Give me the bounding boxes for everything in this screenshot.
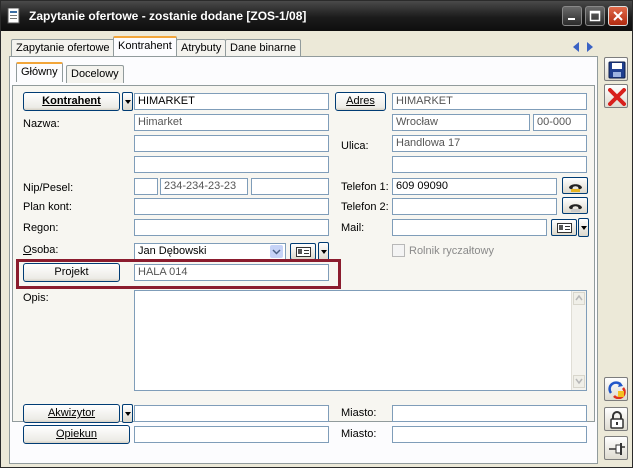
plan-kont-field[interactable] bbox=[134, 198, 329, 215]
osoba-value: Jan Dębowski bbox=[138, 245, 207, 257]
window-title: Zapytanie ofertowe - zostanie dodane [ZO… bbox=[29, 9, 307, 23]
telefon1-label: Telefon 1: bbox=[341, 181, 389, 193]
phone-icon bbox=[569, 184, 582, 192]
tab-label: Dane binarne bbox=[230, 42, 297, 54]
opis-textarea[interactable] bbox=[134, 290, 587, 391]
chevron-up-icon bbox=[575, 294, 583, 301]
miasto-field[interactable]: Wrocław bbox=[392, 114, 530, 131]
adres-code-field[interactable]: HIMARKET bbox=[392, 93, 587, 110]
subtab-label: Docelowy bbox=[71, 68, 119, 80]
osoba-label: Osoba: bbox=[23, 244, 59, 256]
akwizytor-field[interactable] bbox=[134, 405, 329, 422]
lock-icon bbox=[610, 411, 624, 429]
close-button[interactable] bbox=[608, 6, 628, 26]
nip-extra-field[interactable] bbox=[251, 178, 329, 195]
kontrahent-dropdown[interactable] bbox=[122, 92, 133, 111]
tab-scroll-arrows[interactable] bbox=[572, 41, 594, 53]
nazwa-field-2[interactable] bbox=[134, 135, 329, 152]
projekt-button-label: Projekt bbox=[54, 266, 89, 278]
ulica-field[interactable]: Handlowa 17 bbox=[392, 135, 587, 152]
tab-label: Atrybuty bbox=[181, 42, 222, 54]
minimize-button[interactable] bbox=[562, 6, 582, 26]
subtab-label: Główny bbox=[21, 66, 58, 78]
telefon2-call-button[interactable] bbox=[562, 197, 588, 214]
opiekun-button[interactable]: Opiekun bbox=[23, 425, 130, 444]
opis-label: Opis: bbox=[23, 292, 49, 304]
refresh-icon bbox=[608, 381, 626, 399]
cancel-button[interactable] bbox=[604, 84, 628, 108]
telefon2-field[interactable] bbox=[392, 198, 557, 215]
osoba-card-button[interactable] bbox=[290, 243, 316, 260]
mail-card-button[interactable] bbox=[551, 219, 577, 236]
card-icon bbox=[296, 247, 311, 257]
subtab-glowny[interactable]: Główny bbox=[16, 62, 63, 82]
tab-kontrahent[interactable]: Kontrahent bbox=[113, 36, 177, 57]
tab-label: Kontrahent bbox=[118, 40, 172, 52]
akwizytor-miasto-field[interactable] bbox=[392, 405, 587, 422]
osoba-select[interactable]: Jan Dębowski bbox=[134, 243, 286, 260]
nazwa-label: Nazwa: bbox=[23, 118, 60, 130]
kontrahent-code-field[interactable]: HIMARKET bbox=[134, 93, 329, 110]
phone-icon bbox=[569, 204, 582, 212]
nip-field[interactable]: 234-234-23-23 bbox=[160, 178, 248, 195]
telefon1-call-button[interactable] bbox=[562, 177, 588, 194]
tab-zapytanie-ofertowe[interactable]: Zapytanie ofertowe bbox=[11, 39, 115, 57]
telefon2-label: Telefon 2: bbox=[341, 201, 389, 213]
app-icon bbox=[7, 8, 20, 24]
mail-field[interactable] bbox=[392, 219, 547, 236]
tab-atrybuty[interactable]: Atrybuty bbox=[176, 39, 227, 57]
save-button[interactable] bbox=[604, 57, 628, 81]
subtab-docelowy[interactable]: Docelowy bbox=[66, 65, 124, 83]
projekt-field[interactable]: HALA 014 bbox=[134, 264, 329, 281]
adres-button-label: Adres bbox=[346, 95, 375, 107]
miasto-label-2: Miasto: bbox=[341, 428, 377, 440]
close-icon bbox=[613, 11, 623, 21]
regon-field[interactable] bbox=[134, 219, 329, 236]
lock-button[interactable] bbox=[604, 407, 628, 431]
adres-button[interactable]: Adres bbox=[335, 92, 386, 111]
minimize-icon bbox=[568, 18, 575, 20]
pin-button[interactable] bbox=[604, 436, 628, 460]
kod-pocztowy-field[interactable]: 00-000 bbox=[533, 114, 587, 131]
scroll-up-button[interactable] bbox=[573, 292, 585, 305]
nazwa-field-1[interactable]: Himarket bbox=[134, 114, 329, 131]
nazwa-field-3[interactable] bbox=[134, 156, 329, 173]
opiekun-field[interactable] bbox=[134, 426, 329, 443]
kontrahent-button[interactable]: Kontrahent bbox=[23, 92, 120, 111]
chevron-down-icon[interactable] bbox=[270, 245, 283, 258]
ulica-field-2[interactable] bbox=[392, 156, 587, 173]
scroll-down-button[interactable] bbox=[573, 375, 585, 388]
card-icon bbox=[557, 223, 572, 233]
mail-dropdown[interactable] bbox=[578, 218, 589, 237]
regon-label: Regon: bbox=[23, 222, 59, 234]
title-bar: Zapytanie ofertowe - zostanie dodane [ZO… bbox=[1, 1, 632, 31]
tab-dane-binarne[interactable]: Dane binarne bbox=[225, 39, 302, 57]
pin-icon bbox=[609, 443, 625, 455]
rolnik-label: Rolnik ryczałtowy bbox=[409, 245, 494, 257]
opis-scrollbar[interactable] bbox=[571, 291, 586, 390]
akwizytor-button-label: Akwizytor bbox=[47, 407, 96, 419]
refresh-button[interactable] bbox=[604, 377, 628, 401]
kontrahent-button-label: Kontrahent bbox=[42, 95, 101, 107]
opiekun-miasto-field[interactable] bbox=[392, 426, 587, 443]
ulica-label: Ulica: bbox=[341, 140, 369, 152]
mail-label: Mail: bbox=[341, 222, 365, 234]
maximize-button[interactable] bbox=[585, 6, 605, 26]
telefon1-field[interactable]: 609 09090 bbox=[392, 178, 557, 195]
plan-kont-label: Plan kont: bbox=[23, 201, 72, 213]
projekt-button[interactable]: Projekt bbox=[23, 263, 120, 282]
akwizytor-dropdown[interactable] bbox=[122, 404, 133, 423]
nip-label: Nip/Pesel: bbox=[23, 182, 74, 194]
window: Zapytanie ofertowe - zostanie dodane [ZO… bbox=[0, 0, 633, 468]
nip-prefix-field[interactable] bbox=[134, 178, 158, 195]
rolnik-checkbox[interactable] bbox=[392, 244, 405, 257]
tab-label: Zapytanie ofertowe bbox=[16, 42, 110, 54]
opiekun-button-label: Opiekun bbox=[56, 428, 97, 440]
cancel-icon bbox=[608, 88, 626, 106]
chevron-down-icon bbox=[575, 378, 583, 385]
save-icon bbox=[608, 61, 626, 79]
akwizytor-button[interactable]: Akwizytor bbox=[23, 404, 120, 423]
maximize-icon bbox=[589, 10, 601, 22]
miasto-label-1: Miasto: bbox=[341, 407, 377, 419]
